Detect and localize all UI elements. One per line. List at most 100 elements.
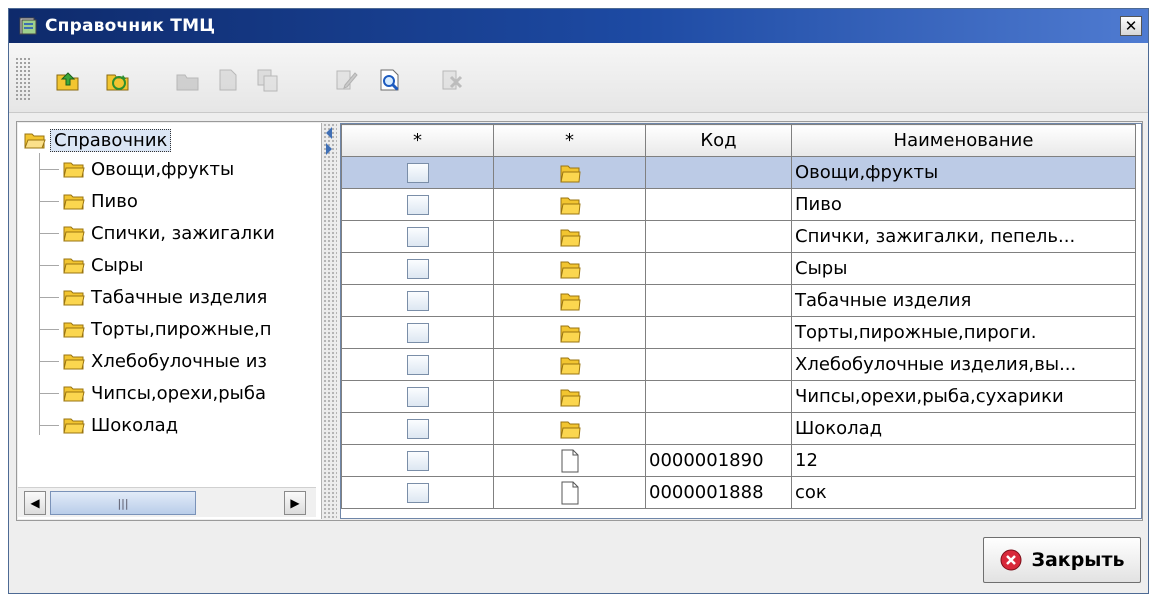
row-checkbox[interactable]: [406, 483, 429, 503]
row-checkbox[interactable]: [406, 419, 429, 439]
row-type-cell: [493, 252, 646, 285]
tree-item[interactable]: Пиво: [39, 185, 138, 217]
row-type-cell: [493, 412, 646, 445]
row-checkbox[interactable]: [406, 387, 429, 407]
tree-item[interactable]: Сыры: [39, 249, 143, 281]
row-checkbox[interactable]: [406, 323, 429, 343]
title-bar[interactable]: Справочник ТМЦ ✕: [9, 9, 1148, 43]
tree-item-label: Табачные изделия: [91, 286, 268, 308]
tree-item-label: Пиво: [91, 190, 138, 212]
table-row[interactable]: Спички, зажигалки, пепель...: [341, 220, 1136, 253]
collapse-left-icon[interactable]: [326, 127, 332, 139]
folder-icon: [559, 261, 581, 278]
row-name: Табачные изделия: [791, 284, 1136, 317]
row-checkbox-cell[interactable]: [341, 476, 494, 509]
row-name: Пиво: [791, 188, 1136, 221]
tree-item[interactable]: Шоколад: [39, 409, 178, 441]
scroll-right-button[interactable]: ▶: [284, 491, 306, 515]
tree-horizontal-scrollbar[interactable]: ◀ ||| ▶: [18, 487, 316, 517]
row-checkbox[interactable]: [406, 195, 429, 215]
edit-document-button[interactable]: [331, 65, 361, 95]
folder-icon: [63, 162, 85, 178]
table-row[interactable]: Пиво: [341, 188, 1136, 221]
items-table: * * Код Наименование Овощи,фрукты Пиво Спи…: [341, 124, 1136, 509]
row-checkbox[interactable]: [406, 291, 429, 311]
tree-root[interactable]: Справочник: [24, 127, 172, 153]
row-checkbox-cell[interactable]: [341, 284, 494, 317]
scroll-thumb[interactable]: |||: [50, 491, 196, 515]
row-code: [645, 412, 792, 445]
header-type[interactable]: *: [493, 124, 646, 157]
table-header-row: * * Код Наименование: [341, 124, 1136, 157]
tree-item[interactable]: Табачные изделия: [39, 281, 267, 313]
row-checkbox[interactable]: [406, 451, 429, 471]
tree-connector: [39, 424, 59, 426]
table-row[interactable]: Табачные изделия: [341, 284, 1136, 317]
row-code: [645, 188, 792, 221]
table-row[interactable]: Шоколад: [341, 412, 1136, 445]
row-checkbox-cell[interactable]: [341, 348, 494, 381]
folder-icon: [63, 258, 85, 274]
row-checkbox-cell[interactable]: [341, 380, 494, 413]
toolbar-grip[interactable]: [15, 57, 31, 101]
table-row[interactable]: Чипсы,орехи,рыба,сухарики: [341, 380, 1136, 413]
row-checkbox-cell[interactable]: [341, 412, 494, 445]
new-document-button[interactable]: [213, 65, 243, 95]
row-code: [645, 284, 792, 317]
row-type-cell: [493, 220, 646, 253]
table-row[interactable]: Хлебобулочные изделия,вы...: [341, 348, 1136, 381]
tree-item-label: Сыры: [91, 254, 144, 276]
table-row[interactable]: 0000001890 12: [341, 444, 1136, 477]
row-checkbox[interactable]: [406, 259, 429, 279]
folder-icon: [63, 226, 85, 242]
table-row[interactable]: Торты,пирожные,пироги.: [341, 316, 1136, 349]
row-checkbox-cell[interactable]: [341, 156, 494, 189]
row-checkbox-cell[interactable]: [341, 220, 494, 253]
folder-icon: [63, 194, 85, 210]
header-select[interactable]: *: [341, 124, 494, 157]
table-row[interactable]: 0000001888 сок: [341, 476, 1136, 509]
document-icon: [561, 481, 578, 504]
row-checkbox-cell[interactable]: [341, 316, 494, 349]
row-checkbox-cell[interactable]: [341, 444, 494, 477]
edit-document-icon: [336, 70, 358, 90]
row-checkbox-cell[interactable]: [341, 188, 494, 221]
view-document-button[interactable]: [375, 65, 405, 95]
header-name[interactable]: Наименование: [791, 124, 1136, 157]
delete-document-button[interactable]: [437, 65, 467, 95]
row-checkbox[interactable]: [406, 163, 429, 183]
row-type-cell: [493, 476, 646, 509]
tree-item[interactable]: Торты,пирожные,п: [39, 313, 272, 345]
close-button[interactable]: Закрыть: [983, 537, 1141, 583]
catalog-icon: [19, 17, 37, 35]
tree-item[interactable]: Чипсы,орехи,рыба: [39, 377, 266, 409]
row-checkbox[interactable]: [406, 355, 429, 375]
table-row[interactable]: Сыры: [341, 252, 1136, 285]
tree-view[interactable]: Справочник Овощи,фрукты Пиво Спички, зажиг…: [18, 123, 316, 483]
window-close-button[interactable]: ✕: [1120, 16, 1142, 36]
row-name: Сыры: [791, 252, 1136, 285]
folder-refresh-button[interactable]: [103, 65, 133, 95]
tree-item[interactable]: Овощи,фрукты: [39, 153, 234, 185]
dialog-window: Справочник ТМЦ ✕ Справочник Овощи,фрукты…: [8, 8, 1149, 594]
folder-icon: [63, 354, 85, 370]
scroll-left-button[interactable]: ◀: [24, 491, 46, 515]
row-checkbox-cell[interactable]: [341, 252, 494, 285]
header-code[interactable]: Код: [645, 124, 792, 157]
row-name: Овощи,фрукты: [791, 156, 1136, 189]
folder-icon: [559, 293, 581, 310]
panel-splitter[interactable]: [323, 123, 337, 519]
add-folder-icon: [176, 74, 199, 91]
table-body: Овощи,фрукты Пиво Спички, зажигалки, пепел…: [341, 156, 1136, 509]
folder-up-button[interactable]: [53, 65, 83, 95]
folder-icon: [559, 229, 581, 246]
row-checkbox[interactable]: [406, 227, 429, 247]
copy-document-button[interactable]: [253, 65, 283, 95]
tree-item[interactable]: Хлебобулочные из: [39, 345, 267, 377]
table-row[interactable]: Овощи,фрукты: [341, 156, 1136, 189]
row-type-cell: [493, 156, 646, 189]
collapse-right-icon[interactable]: [326, 143, 332, 155]
add-folder-button[interactable]: [173, 65, 203, 95]
tree-item[interactable]: Спички, зажигалки: [39, 217, 275, 249]
row-type-cell: [493, 188, 646, 221]
